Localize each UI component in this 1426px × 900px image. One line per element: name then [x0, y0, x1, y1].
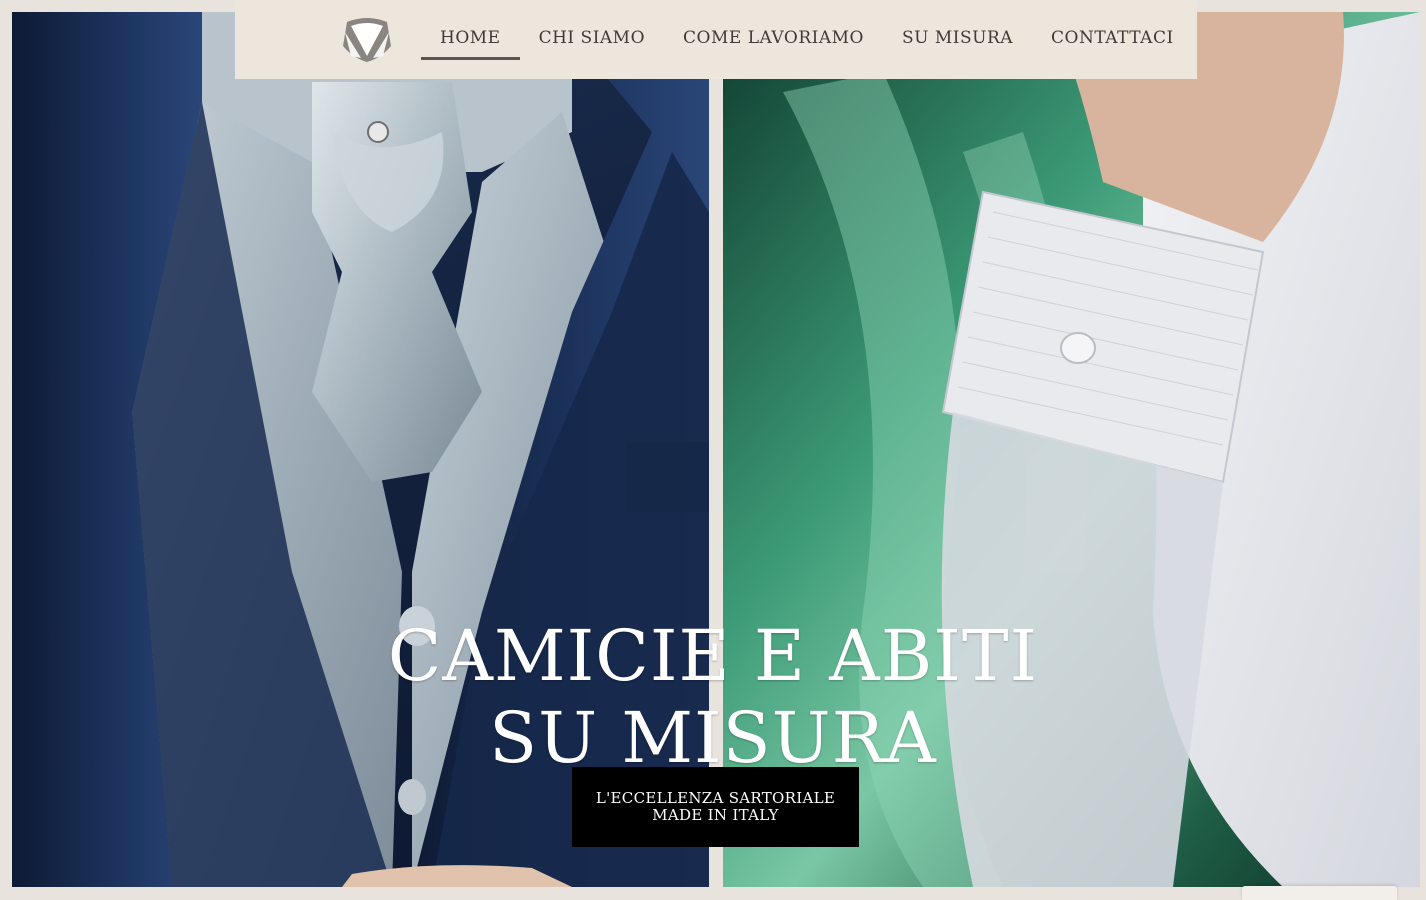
cta-line-2: MADE IN ITALY [652, 806, 779, 824]
top-navigation-bar: HOME CHI SIAMO COME LAVORIAMO SU MISURA … [235, 0, 1197, 79]
tuxedo-collar-icon[interactable] [341, 16, 393, 62]
cta-line-1: L'ECCELLENZA SARTORIALE [595, 789, 836, 807]
nav-item-home[interactable]: HOME [421, 0, 520, 79]
main-menu: HOME CHI SIAMO COME LAVORIAMO SU MISURA … [421, 0, 1193, 79]
nav-item-su-misura[interactable]: SU MISURA [883, 0, 1032, 79]
cta-button[interactable]: L'ECCELLENZA SARTORIALE MADE IN ITALY [572, 767, 859, 847]
nav-item-contattaci[interactable]: CONTATTACI [1032, 0, 1193, 79]
hero-title: CAMICIE E ABITI SU MISURA [0, 615, 1426, 779]
page: HOME CHI SIAMO COME LAVORIAMO SU MISURA … [0, 0, 1426, 900]
bottom-corner-widget-tab[interactable] [1242, 886, 1397, 900]
nav-item-come-lavoriamo[interactable]: COME LAVORIAMO [664, 0, 883, 79]
nav-item-chi-siamo[interactable]: CHI SIAMO [520, 0, 664, 79]
hero-title-line-1: CAMICIE E ABITI [387, 614, 1039, 697]
